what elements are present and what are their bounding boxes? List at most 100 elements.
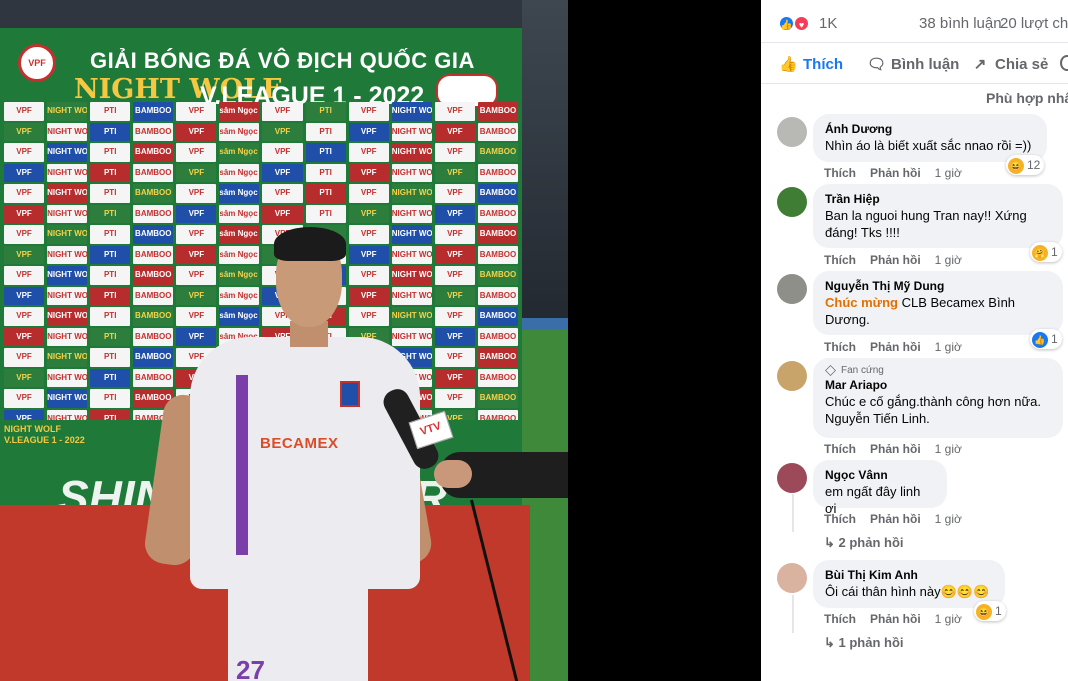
comment-like-link[interactable]: Thích <box>824 253 856 267</box>
share-arrow-icon: ↗ <box>973 56 987 73</box>
comment-text: Chúc e cố gắng.thành công hơn nữa. Nguyễ… <box>825 394 1041 426</box>
love-reaction-icon[interactable]: ♥ <box>793 15 810 32</box>
sponsor-tile: VPF <box>176 102 217 121</box>
comment-reaction-pill[interactable]: 👍 1 <box>1030 329 1062 349</box>
sponsor-tile: VPF <box>4 307 45 326</box>
comment-reply-link[interactable]: Phản hồi <box>870 253 921 267</box>
comment-reaction-pill[interactable]: 😆 12 <box>1006 155 1045 175</box>
sponsor-tile: NIGHT WOLF <box>47 389 88 408</box>
sponsor-tile: NIGHT WOLF <box>47 102 88 121</box>
comment-author[interactable]: Bùi Thị Kim Anh <box>825 567 993 583</box>
comment-reply-link[interactable]: Phản hồi <box>870 166 921 180</box>
sponsor-tile: NIGHT WOLF <box>391 184 432 203</box>
avatar[interactable] <box>777 117 807 147</box>
post-photo[interactable]: VPF GIẢI BÓNG ĐÁ VÔ ĐỊCH QUỐC GIA NIGHT … <box>0 0 568 681</box>
sponsor-tile: PTI <box>90 204 131 223</box>
comment-time[interactable]: 1 giờ <box>935 166 962 180</box>
comment-button-label: Bình luận <box>891 56 960 73</box>
sponsor-tile: PTI <box>90 122 131 141</box>
sponsor-tile: PTI <box>305 204 346 223</box>
comment-like-link[interactable]: Thích <box>824 166 856 180</box>
sponsor-tile: sâm Ngọc Linh <box>219 122 260 141</box>
sponsor-tile: VPF <box>434 102 475 121</box>
avatar[interactable] <box>777 563 807 593</box>
like-button[interactable]: 👍 Thích <box>779 55 843 73</box>
comment-time[interactable]: 1 giờ <box>935 340 962 354</box>
night-sky <box>522 0 568 330</box>
avatar[interactable] <box>777 361 807 391</box>
post-side-panel: 👍 ♥ 1K 38 bình luận 20 lượt chia 👍 Thích … <box>761 0 1068 681</box>
comment-reply-link[interactable]: Phản hồi <box>870 612 921 626</box>
sponsor-tile: BAMBOO <box>133 204 174 223</box>
comment-author[interactable]: Nguyễn Thị Mỹ Dung <box>825 278 1051 294</box>
sponsor-tile: PTI <box>90 307 131 326</box>
sponsor-tile: NIGHT WOLF <box>47 368 88 387</box>
comment-reaction-pill[interactable]: 😆 1 <box>974 601 1006 621</box>
sponsor-tile: NIGHT WOLF <box>391 204 432 223</box>
comment-button[interactable]: 🗨 Bình luận <box>867 55 959 73</box>
sponsor-tile: sâm Ngọc Linh <box>219 204 260 223</box>
sponsor-tile: VPF <box>4 286 45 305</box>
sponsor-tile: VPF <box>348 184 389 203</box>
comment-reply-link[interactable]: Phản hồi <box>870 442 921 456</box>
post-stats-bar: 👍 ♥ 1K 38 bình luận 20 lượt chia <box>761 0 1068 43</box>
comment-author[interactable]: Mar Ariapo <box>825 377 1051 393</box>
sponsor-tile: VPF <box>348 102 389 121</box>
sponsor-tile: NIGHT WOLF <box>47 204 88 223</box>
sponsor-tile: VPF <box>176 163 217 182</box>
comment-like-link[interactable]: Thích <box>824 340 856 354</box>
sponsor-tile: VPF <box>4 184 45 203</box>
sponsor-tile: BAMBOO <box>477 122 518 141</box>
like-button-label: Thích <box>803 56 843 73</box>
comment-reaction-pill[interactable]: 🤗 1 <box>1030 242 1062 262</box>
sponsor-tile: BAMBOO <box>477 143 518 162</box>
shares-count[interactable]: 20 lượt chia <box>1000 15 1068 32</box>
sponsor-tile: NIGHT WOLF <box>391 143 432 162</box>
avatar[interactable] <box>777 463 807 493</box>
comment-author[interactable]: Trần Hiệp <box>825 191 1051 207</box>
haha-icon: 😆 <box>976 603 992 620</box>
sponsor-tile: VPF <box>4 266 45 285</box>
comment-like-link[interactable]: Thích <box>824 442 856 456</box>
comment-text-highlight[interactable]: Chúc mừng <box>825 295 898 310</box>
avatar[interactable] <box>777 274 807 304</box>
comment-author[interactable]: Ngọc Vânn <box>825 467 935 483</box>
reactions-count[interactable]: 1K <box>819 15 837 32</box>
sponsor-tile: VPF <box>4 389 45 408</box>
sponsor-tile: NIGHT WOLF <box>47 266 88 285</box>
comment-reply-link[interactable]: Phản hồi <box>870 512 921 526</box>
comment-sort-dropdown[interactable]: Phù hợp nhất <box>986 90 1068 106</box>
sponsor-tile: NIGHT WOLF <box>391 163 432 182</box>
sponsor-tile: BAMBOO <box>477 163 518 182</box>
thread-line <box>792 494 794 532</box>
comment-time[interactable]: 1 giờ <box>935 442 962 456</box>
comment-author[interactable]: Ánh Dương <box>825 121 1035 137</box>
comments-count[interactable]: 38 bình luận <box>919 15 1002 32</box>
sponsor-tile: NIGHT WOLF <box>47 184 88 203</box>
sponsor-tile: BAMBOO <box>477 307 518 326</box>
reaction-count: 1 <box>995 604 1002 618</box>
avatar[interactable] <box>777 187 807 217</box>
sponsor-tile: VPF <box>434 245 475 264</box>
share-button[interactable]: ↗ Chia sẻ <box>971 55 1049 73</box>
comment-reply-link[interactable]: Phản hồi <box>870 340 921 354</box>
sponsor-tile: PTI <box>305 184 346 203</box>
sponsor-tile: sâm Ngọc Linh <box>219 163 260 182</box>
comment-time[interactable]: 1 giờ <box>935 512 962 526</box>
more-options-icon[interactable] <box>1060 55 1068 71</box>
sponsor-tile: BAMBOO <box>133 163 174 182</box>
sponsor-tile: VPF <box>176 184 217 203</box>
comment-like-link[interactable]: Thích <box>824 512 856 526</box>
sponsor-tile: VPF <box>176 122 217 141</box>
view-replies-link[interactable]: ↳ 2 phản hồi <box>824 535 904 551</box>
view-replies-link[interactable]: ↳ 1 phản hồi <box>824 635 904 651</box>
reaction-count: 1 <box>1051 245 1058 259</box>
sponsor-tile: VPF <box>434 225 475 244</box>
comment-time[interactable]: 1 giờ <box>935 253 962 267</box>
backdrop-title: GIẢI BÓNG ĐÁ VÔ ĐỊCH QUỐC GIA <box>90 48 475 73</box>
comment-time[interactable]: 1 giờ <box>935 612 962 626</box>
comment-bubble: Ngọc Vânn em ngất đây linh ơi <box>813 460 947 516</box>
comment-like-link[interactable]: Thích <box>824 612 856 626</box>
like-icon: 👍 <box>1032 331 1048 348</box>
comment-meta: Thích Phản hồi 1 giờ <box>824 442 962 456</box>
